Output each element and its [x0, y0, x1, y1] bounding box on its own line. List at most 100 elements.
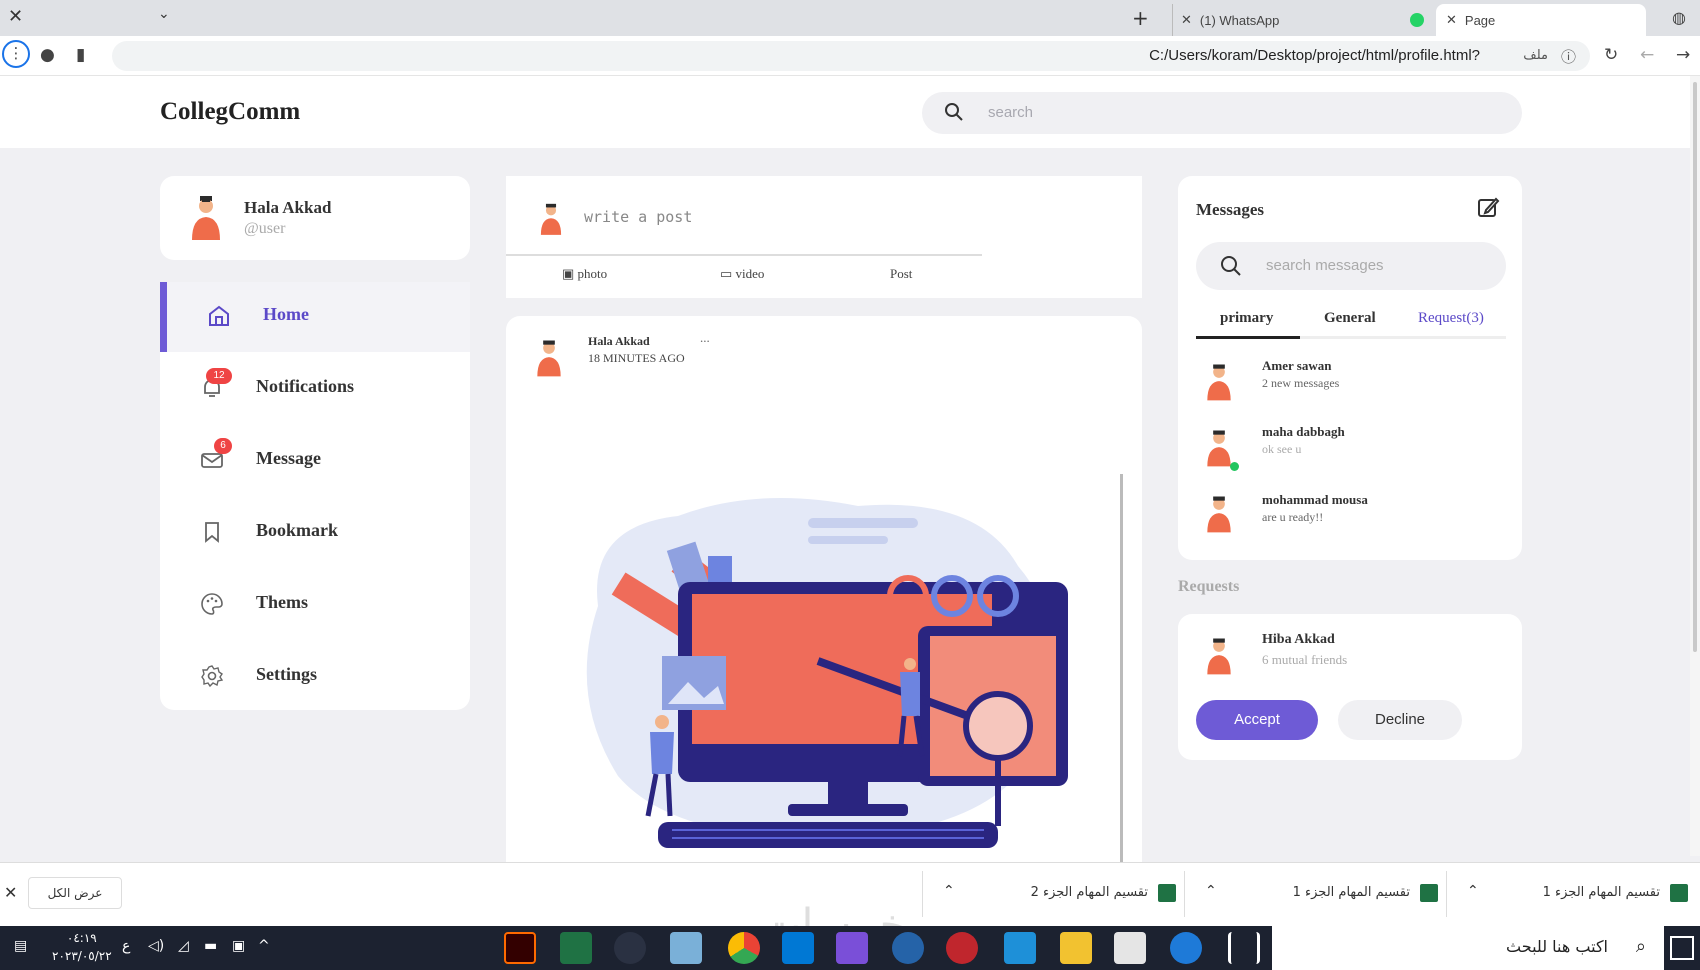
display-icon[interactable]: ▣ [232, 938, 245, 954]
defender-app-icon[interactable] [892, 932, 924, 964]
messages-title: Messages [1196, 200, 1264, 219]
excel-file-icon [1158, 884, 1176, 902]
battery-icon[interactable]: ▬ [204, 938, 217, 954]
show-all-button[interactable]: عرض الكل [28, 877, 122, 909]
sidebar-item-home[interactable]: Home [160, 282, 470, 352]
download-item[interactable]: ⌃ تقسيم المهام الجزء 1 [1446, 871, 1696, 917]
edge-app-icon[interactable] [1170, 932, 1202, 964]
gear-icon [201, 665, 224, 688]
whatsapp-icon [1410, 13, 1424, 27]
sidebar-nav: Home 12 Notifications 6 Message Bookmark… [160, 282, 470, 710]
download-item[interactable]: ⌃ تقسيم المهام الجزء 1 [1184, 871, 1446, 917]
sidebar-item-themes[interactable]: Thems [160, 570, 470, 640]
recorder-app-icon[interactable] [946, 932, 978, 964]
menu-icon[interactable]: ⋮ [2, 40, 30, 68]
contact-preview: are u ready!! [1262, 510, 1324, 524]
decline-button[interactable]: Decline [1338, 700, 1462, 740]
search-input[interactable]: search [988, 104, 1033, 121]
divider [506, 254, 982, 256]
sidebar-item-settings[interactable]: Settings [160, 642, 470, 712]
sidebar-item-notifications[interactable]: 12 Notifications [160, 354, 470, 424]
chevron-up-icon[interactable]: ⌃ [1467, 883, 1479, 899]
address-bar: ⋮ ● ▮ ☆ ⇲ C:/Users/koram/Desktop/project… [0, 36, 1700, 76]
sidebar-item-label: Thems [256, 592, 309, 612]
vscode-app-icon[interactable] [782, 932, 814, 964]
language-indicator[interactable]: ع [122, 938, 130, 954]
post-scrollbar[interactable] [1120, 474, 1123, 874]
chevron-up-icon[interactable]: ⌃ [1205, 883, 1217, 899]
online-indicator [1230, 462, 1239, 471]
message-search-input[interactable]: search messages [1266, 257, 1384, 274]
accept-button[interactable]: Accept [1196, 700, 1318, 740]
sidebar-item-label: Message [256, 448, 321, 468]
reload-icon[interactable]: ↻ [1604, 45, 1618, 65]
notes-app-icon[interactable] [670, 932, 702, 964]
close-downloads-icon[interactable]: ✕ [4, 883, 17, 902]
close-tab-icon[interactable]: ✕ [1181, 13, 1192, 28]
chevron-up-icon[interactable]: ^ [258, 938, 270, 954]
taskbar-search-input[interactable]: اكتب هنا للبحث [1506, 937, 1608, 956]
scrollbar-thumb[interactable] [1693, 82, 1697, 652]
volume-icon[interactable]: ◁) [148, 938, 164, 954]
post-image[interactable] [558, 486, 1098, 862]
tab-requests[interactable]: Request(3) [1418, 310, 1484, 327]
store-app-icon[interactable] [1114, 932, 1146, 964]
url-field[interactable]: C:/Users/koram/Desktop/project/html/prof… [112, 41, 1590, 71]
page-scrollbar[interactable] [1690, 76, 1700, 856]
chrome-app-icon[interactable] [728, 932, 760, 964]
search-icon: ⌕ [1635, 936, 1646, 957]
profile-card[interactable]: Hala Akkad @user [160, 176, 470, 260]
back-icon[interactable]: → [1676, 45, 1690, 65]
forward-icon[interactable]: ← [1640, 45, 1654, 65]
close-window-icon[interactable]: ✕ [8, 6, 23, 27]
tab-whatsapp[interactable]: ✕ (1) WhatsApp [1172, 4, 1442, 36]
post-input[interactable]: write a post [584, 208, 692, 226]
network-icon[interactable]: ◿ [178, 938, 189, 954]
requests-heading: Requests [1178, 578, 1240, 595]
photo-button[interactable]: ▣ photo [562, 266, 607, 282]
post-button[interactable]: Post [890, 266, 912, 282]
avatar [537, 340, 561, 377]
chevron-up-icon[interactable]: ⌃ [943, 883, 955, 899]
info-icon[interactable]: ⓘ [1561, 46, 1576, 67]
profile-icon[interactable]: ● [40, 45, 55, 65]
new-tab-button[interactable]: + [1132, 6, 1149, 30]
mail-app-icon[interactable] [1004, 932, 1036, 964]
avatar [1207, 638, 1231, 675]
tab-page[interactable]: ✕ Page [1436, 4, 1646, 36]
request-name: Hiba Akkad [1262, 632, 1335, 647]
search-bar[interactable]: search [922, 92, 1522, 134]
tab-primary[interactable]: primary [1220, 310, 1273, 327]
tab-general[interactable]: General [1324, 310, 1376, 327]
excel-app-icon[interactable] [560, 932, 592, 964]
taskbar-search[interactable]: اكتب هنا للبحث ⌕ [1272, 926, 1664, 970]
sidebar-item-bookmark[interactable]: Bookmark [160, 498, 470, 568]
more-options-button[interactable]: ... [700, 330, 710, 346]
file-explorer-icon[interactable] [1060, 932, 1092, 964]
close-tab-icon[interactable]: ✕ [1446, 13, 1457, 28]
bookmark-icon [205, 522, 219, 543]
download-item[interactable]: ⌃ تقسيم المهام الجزء 2 [922, 871, 1184, 917]
request-card: Hiba Akkad 6 mutual friends Accept Decli… [1178, 614, 1522, 760]
notification-center-icon[interactable]: ▤ [14, 938, 27, 954]
photo-label: photo [577, 266, 608, 281]
download-name: تقسيم المهام الجزء 1 [1292, 885, 1410, 900]
excel-file-icon [1420, 884, 1438, 902]
start-button[interactable] [1670, 936, 1694, 960]
sidebar-icon[interactable]: ▮ [76, 45, 85, 65]
logo[interactable]: CollegComm [160, 98, 300, 126]
excel-file-icon [1670, 884, 1688, 902]
video-button[interactable]: ▭ video [720, 266, 764, 282]
message-badge: 6 [214, 438, 232, 454]
contact-name: Amer sawan [1262, 358, 1332, 373]
clock[interactable]: ٠٤:١٩ ٢٠٢٣/٠٥/٢٢ [52, 929, 112, 965]
publisher-app-icon[interactable] [836, 932, 868, 964]
message-search[interactable]: search messages [1196, 242, 1506, 290]
settings-app-icon[interactable] [614, 932, 646, 964]
edit-icon[interactable] [1476, 196, 1500, 220]
chevron-down-icon[interactable]: ⌄ [158, 6, 170, 22]
illustrator-app-icon[interactable] [504, 932, 536, 964]
task-view-icon[interactable] [1228, 932, 1260, 964]
clock-date: ٢٠٢٣/٠٥/٢٢ [52, 949, 112, 963]
sidebar-item-message[interactable]: 6 Message [160, 426, 470, 496]
